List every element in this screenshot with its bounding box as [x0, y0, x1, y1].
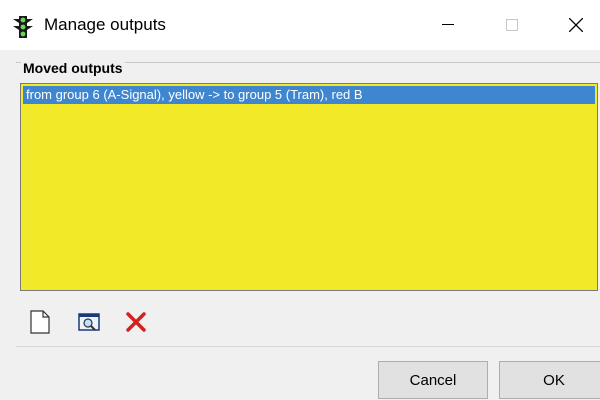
- minimize-icon: [442, 24, 454, 25]
- new-button[interactable]: [26, 308, 54, 336]
- moved-outputs-list[interactable]: from group 6 (A-Signal), yellow -> to gr…: [20, 83, 598, 291]
- delete-icon: [126, 312, 146, 332]
- close-icon: [569, 18, 583, 32]
- minimize-button[interactable]: [420, 0, 476, 50]
- zoom-view-icon: [78, 313, 100, 331]
- maximize-icon: [506, 19, 518, 31]
- title-bar: Manage outputs: [0, 0, 600, 50]
- view-button[interactable]: [76, 308, 104, 336]
- new-document-icon: [30, 310, 50, 334]
- window-title: Manage outputs: [44, 15, 166, 34]
- maximize-button[interactable]: [484, 0, 540, 50]
- ok-button[interactable]: OK: [499, 361, 600, 399]
- traffic-light-icon: [13, 16, 33, 38]
- list-item[interactable]: from group 6 (A-Signal), yellow -> to gr…: [23, 86, 595, 104]
- cancel-button[interactable]: Cancel: [378, 361, 488, 399]
- separator: [16, 346, 600, 347]
- group-label: Moved outputs: [21, 60, 125, 76]
- close-button[interactable]: [548, 0, 600, 50]
- delete-button[interactable]: [122, 308, 150, 336]
